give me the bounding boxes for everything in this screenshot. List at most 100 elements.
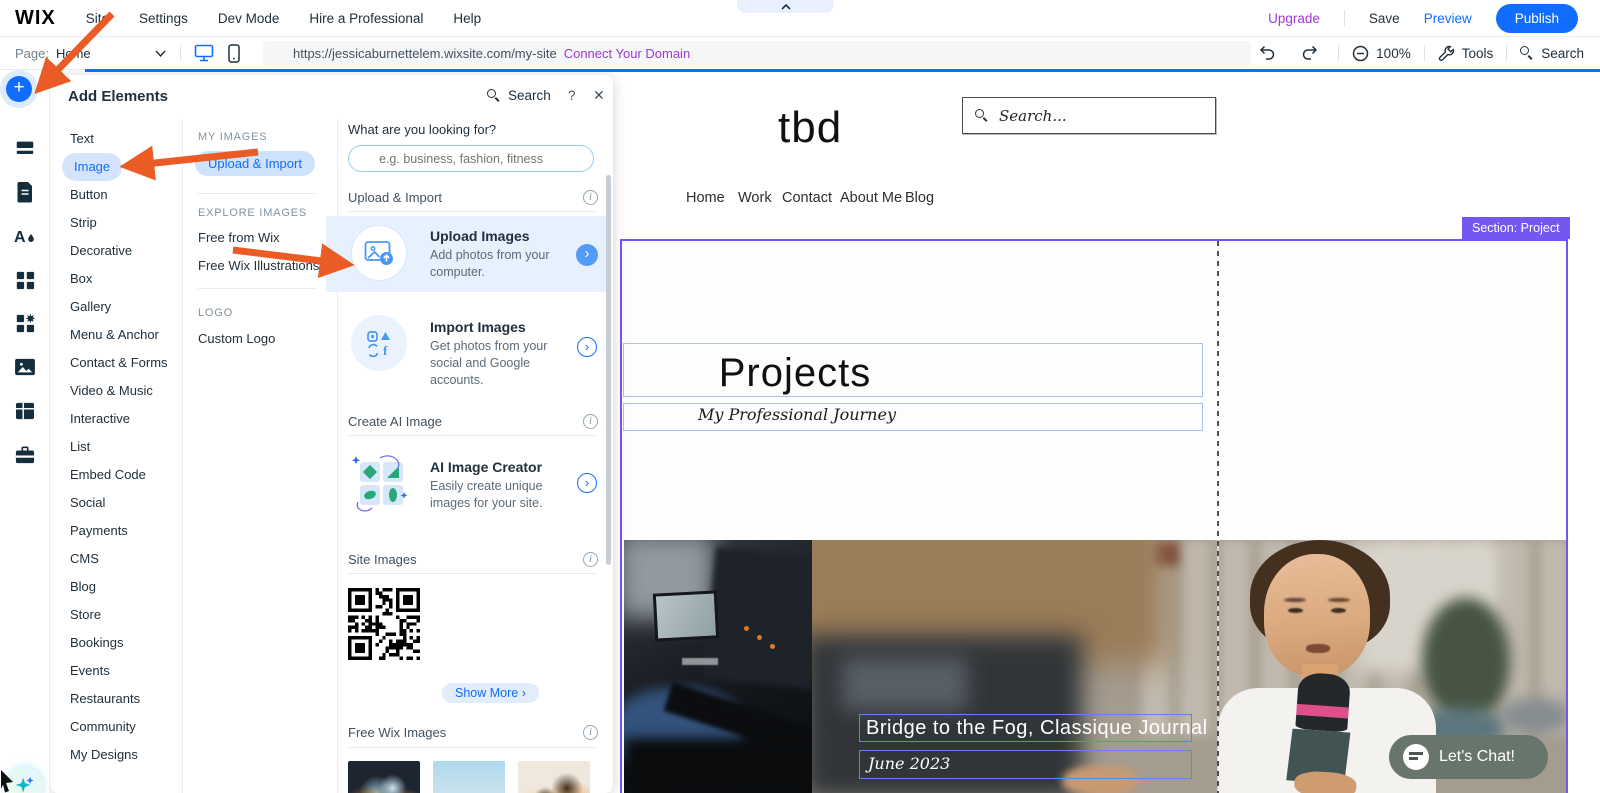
publish-button[interactable]: Publish (1496, 4, 1578, 33)
site-nav-work[interactable]: Work (738, 190, 772, 206)
info-icon[interactable]: i (583, 190, 598, 205)
category-button[interactable]: Button (70, 181, 108, 209)
category-payments[interactable]: Payments (70, 517, 128, 545)
section-subheading[interactable]: My Professional Journey (697, 405, 897, 424)
section-heading[interactable]: Projects (715, 351, 875, 396)
undo-button[interactable] (1252, 41, 1282, 65)
show-more-button[interactable]: Show More › (442, 683, 539, 703)
redo-button[interactable] (1295, 41, 1325, 65)
category-my-designs[interactable]: My Designs (70, 741, 138, 769)
free-wix-image-thumbnail[interactable] (518, 761, 590, 793)
add-elements-button[interactable]: + (0, 70, 38, 108)
category-text[interactable]: Text (70, 125, 94, 153)
category-social[interactable]: Social (70, 489, 105, 517)
category-image[interactable]: Image (62, 153, 122, 181)
section-project[interactable]: Projects My Professional Journey (620, 239, 1568, 793)
app-widgets-button[interactable] (14, 312, 36, 334)
category-cms[interactable]: CMS (70, 545, 99, 573)
desktop-view-button[interactable] (189, 41, 219, 65)
category-interactive[interactable]: Interactive (70, 405, 130, 433)
site-nav-about-me[interactable]: About Me (840, 190, 902, 206)
free-from-wix-tab[interactable]: Free from Wix (198, 230, 280, 245)
ai-tools-button[interactable] (7, 767, 43, 793)
free-wix-illustrations-tab[interactable]: Free Wix Illustrations (198, 258, 319, 273)
wix-logo: WIX (15, 7, 56, 30)
page-selector[interactable]: Page: Home (15, 46, 180, 61)
site-nav-contact[interactable]: Contact (782, 190, 832, 206)
add-apps-button[interactable] (14, 269, 36, 291)
divider (198, 288, 316, 289)
menu-hire-a-professional[interactable]: Hire a Professional (309, 11, 423, 26)
chevron-right-icon[interactable]: › (576, 244, 598, 266)
media-button[interactable] (14, 356, 36, 378)
info-icon[interactable]: i (583, 725, 598, 740)
tools-button[interactable]: Tools (1438, 45, 1494, 62)
category-list[interactable]: List (70, 433, 90, 461)
zoom-level: 100% (1376, 46, 1411, 61)
upgrade-link[interactable]: Upgrade (1268, 11, 1320, 26)
site-nav-home[interactable]: Home (686, 190, 725, 206)
info-icon[interactable]: i (583, 552, 598, 567)
lets-chat-button[interactable]: Let's Chat! (1389, 735, 1548, 779)
section-badge[interactable]: Section: Project (1462, 217, 1570, 239)
panel-scrollbar[interactable] (606, 175, 611, 565)
upload-import-tab[interactable]: Upload & Import (195, 151, 315, 176)
info-icon[interactable]: i (583, 414, 598, 429)
panel-search-button[interactable]: Search (487, 88, 551, 103)
site-logo[interactable]: tbd (778, 103, 842, 153)
preview-button[interactable]: Preview (1424, 11, 1472, 26)
free-wix-image-thumbnail[interactable] (433, 761, 505, 793)
site-image-qr-thumbnail[interactable] (348, 588, 420, 660)
site-design-button[interactable]: A (14, 225, 36, 247)
custom-logo-tab[interactable]: Custom Logo (198, 331, 275, 346)
image-search-input[interactable] (348, 145, 594, 172)
upload-images-icon (351, 225, 407, 281)
chevron-right-icon[interactable]: › (577, 473, 597, 493)
category-gallery[interactable]: Gallery (70, 293, 111, 321)
category-video-music[interactable]: Video & Music (70, 377, 153, 405)
divider (348, 211, 596, 212)
menu-settings[interactable]: Settings (139, 11, 188, 26)
menu-dev-mode[interactable]: Dev Mode (218, 11, 280, 26)
site-search-box[interactable]: Search... (962, 97, 1216, 134)
divider (348, 747, 596, 748)
category-menu-anchor[interactable]: Menu & Anchor (70, 321, 159, 349)
site-nav-blog[interactable]: Blog (905, 190, 934, 206)
caption-date[interactable]: June 2023 (868, 754, 950, 773)
content-manager-button[interactable] (14, 400, 36, 422)
add-section-button[interactable] (14, 137, 36, 159)
category-store[interactable]: Store (70, 601, 101, 629)
category-embed-code[interactable]: Embed Code (70, 461, 146, 489)
chevron-right-icon[interactable]: › (577, 337, 597, 357)
photo-camera-gear[interactable] (624, 540, 812, 793)
category-events[interactable]: Events (70, 657, 110, 685)
free-wix-image-thumbnail[interactable] (348, 761, 420, 793)
category-blog[interactable]: Blog (70, 573, 96, 601)
collapse-topbar-button[interactable] (737, 0, 834, 13)
search-prompt: What are you looking for? (348, 122, 496, 137)
category-strip[interactable]: Strip (70, 209, 97, 237)
menu-site[interactable]: Site (86, 11, 109, 26)
category-decorative[interactable]: Decorative (70, 237, 132, 265)
category-restaurants[interactable]: Restaurants (70, 685, 140, 713)
import-images-title: Import Images (430, 319, 526, 335)
business-tools-button[interactable] (14, 444, 36, 466)
close-icon[interactable]: ✕ (593, 87, 605, 104)
category-community[interactable]: Community (70, 713, 136, 741)
category-contact-forms[interactable]: Contact & Forms (70, 349, 168, 377)
editor-search-button[interactable]: Search (1520, 46, 1584, 61)
zoom-control[interactable]: 100% (1352, 45, 1411, 62)
save-button[interactable]: Save (1369, 11, 1400, 26)
page-label: Page: (15, 46, 49, 61)
caption-title[interactable]: Bridge to the Fog, Classique Journal (866, 717, 1208, 740)
menu-help[interactable]: Help (453, 11, 481, 26)
site-url-bar[interactable]: https://jessicaburnettelem.wixsite.com/m… (263, 41, 1251, 66)
category-box[interactable]: Box (70, 265, 92, 293)
heading-frame[interactable] (623, 343, 1203, 397)
connect-your-domain-link[interactable]: Connect Your Domain (564, 46, 690, 61)
site-url: https://jessicaburnettelem.wixsite.com/m… (293, 46, 557, 61)
pages-menu-button[interactable] (14, 181, 36, 203)
category-bookings[interactable]: Bookings (70, 629, 123, 657)
help-button[interactable]: ? (568, 88, 576, 103)
mobile-view-button[interactable] (219, 41, 249, 65)
